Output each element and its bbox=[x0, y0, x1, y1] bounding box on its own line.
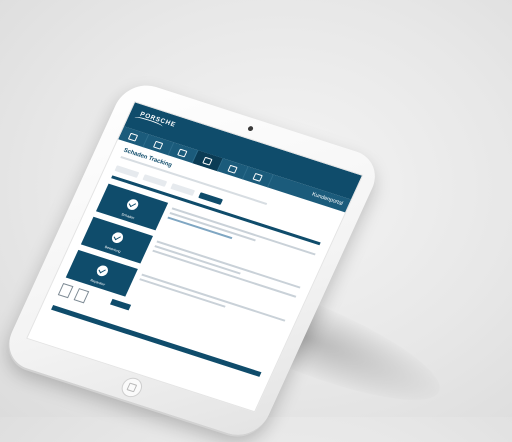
checkmark-icon bbox=[125, 197, 141, 212]
product-mockup-scene: PORSCHE Kundenportal Schaden Tracking Sc… bbox=[0, 0, 512, 442]
car-icon bbox=[202, 156, 214, 166]
filter-field[interactable] bbox=[170, 183, 196, 196]
document-icon bbox=[74, 288, 90, 304]
document-icon bbox=[57, 282, 74, 299]
calendar-icon bbox=[177, 148, 189, 158]
step-link[interactable] bbox=[167, 216, 233, 240]
checkmark-icon bbox=[110, 230, 125, 245]
filter-field[interactable] bbox=[142, 174, 168, 187]
document-icon bbox=[252, 172, 263, 182]
tablet-device: PORSCHE Kundenportal Schaden Tracking Sc… bbox=[0, 78, 385, 442]
text-line bbox=[169, 211, 257, 242]
filter-button[interactable] bbox=[198, 192, 224, 205]
service-icon bbox=[227, 164, 238, 174]
car-icon bbox=[152, 140, 164, 150]
camera-dot-icon bbox=[247, 125, 254, 132]
home-button-icon[interactable] bbox=[118, 375, 146, 400]
filter-field[interactable] bbox=[114, 165, 140, 178]
checkmark-icon bbox=[94, 264, 110, 278]
action-button[interactable] bbox=[109, 298, 132, 311]
home-icon bbox=[127, 132, 139, 142]
